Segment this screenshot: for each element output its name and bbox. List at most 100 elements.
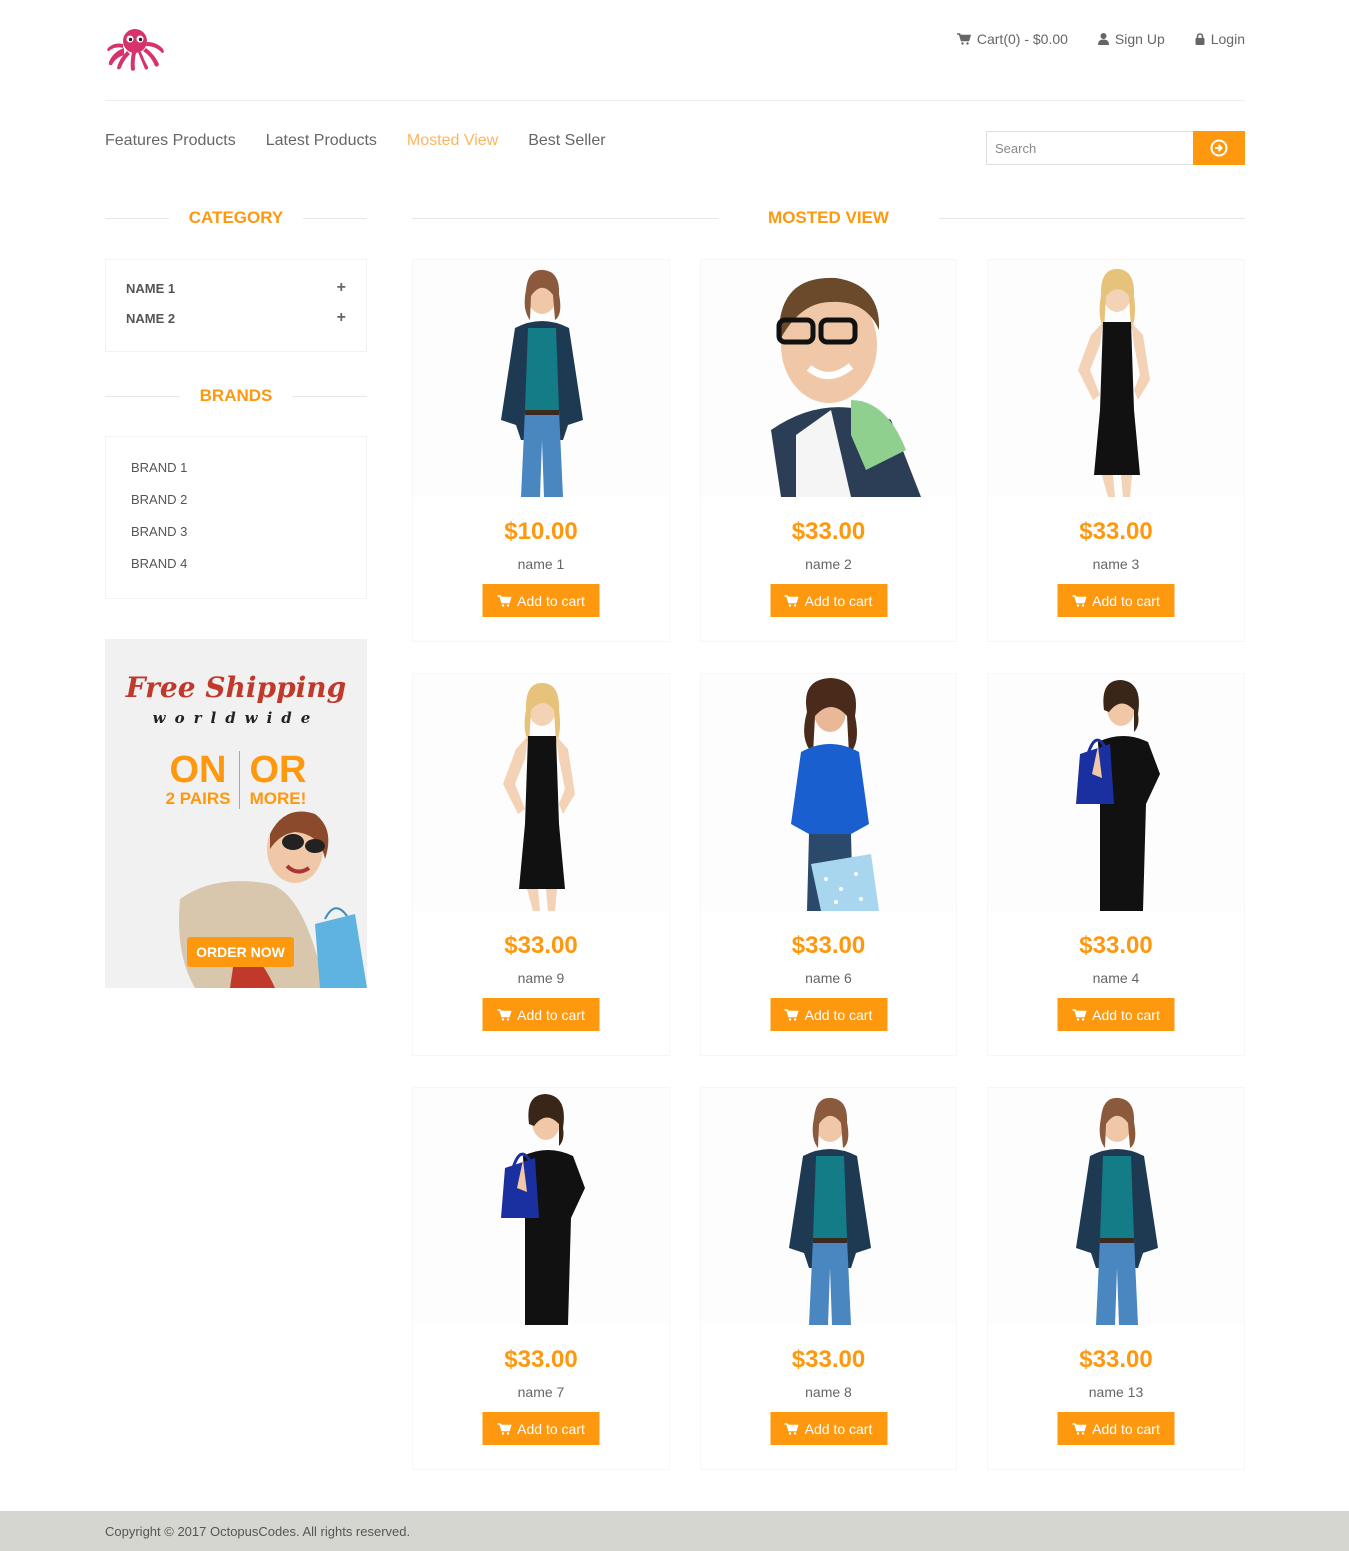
- product-image[interactable]: [701, 674, 956, 911]
- ad-right-big: OR: [249, 749, 307, 791]
- plus-icon[interactable]: +: [337, 309, 346, 327]
- product-image[interactable]: [988, 1088, 1244, 1325]
- product-name[interactable]: name 4: [988, 970, 1244, 986]
- product-name[interactable]: name 8: [701, 1384, 956, 1400]
- product-photo: [501, 269, 583, 497]
- add-to-cart-button[interactable]: Add to cart: [770, 584, 887, 617]
- cart-icon: [784, 1008, 799, 1021]
- product-price: $33.00: [1079, 518, 1153, 545]
- login-label: Login: [1210, 31, 1245, 47]
- ad-offer-right: OR MORE!: [240, 751, 315, 809]
- product-name[interactable]: name 3: [988, 556, 1244, 572]
- product-price: $33.00: [791, 518, 866, 545]
- product-price: $33.00: [791, 932, 866, 959]
- add-to-cart-button[interactable]: Add to cart: [770, 1412, 887, 1445]
- add-to-cart-button[interactable]: Add to cart: [770, 998, 887, 1031]
- product-image[interactable]: [701, 260, 956, 497]
- brands-title: Brands: [199, 386, 273, 405]
- product-name[interactable]: name 1: [413, 556, 669, 572]
- divider: [938, 217, 1245, 219]
- product-photo: [771, 277, 921, 497]
- tab-mosted-view[interactable]: Mosted View: [407, 131, 498, 151]
- order-now-button[interactable]: ORDER NOW: [187, 937, 294, 967]
- product-photo: [1078, 268, 1150, 497]
- add-to-cart-label: Add to cart: [517, 592, 585, 609]
- cart-icon: [784, 1422, 799, 1435]
- mosted-view-title: Mosted View: [768, 208, 889, 227]
- brand-item[interactable]: BRAND 2: [106, 484, 366, 516]
- signup-link[interactable]: Sign Up: [1097, 31, 1165, 47]
- product-photo: [501, 1094, 585, 1325]
- product-image[interactable]: [413, 260, 669, 497]
- product-card: $10.00 name 1 Add to cart: [412, 259, 670, 642]
- tab-best-seller[interactable]: Best Seller: [528, 131, 605, 151]
- category-panel: NAME 1 + NAME 2 +: [105, 259, 367, 352]
- cart-icon: [497, 1008, 512, 1021]
- add-to-cart-button[interactable]: Add to cart: [482, 584, 600, 617]
- search-button[interactable]: [1193, 131, 1245, 165]
- product-image[interactable]: [413, 1088, 669, 1325]
- site-footer: Copyright © 2017 OctopusCodes. All right…: [0, 1511, 1349, 1551]
- divider: [105, 217, 169, 219]
- add-to-cart-button[interactable]: Add to cart: [1057, 584, 1175, 617]
- product-image[interactable]: [701, 1088, 956, 1325]
- add-to-cart-label: Add to cart: [1092, 1006, 1160, 1023]
- product-name[interactable]: name 9: [413, 970, 669, 986]
- shipping-ad-banner[interactable]: Free Shipping worldwide ON 2 PAIRS OR MO…: [105, 639, 367, 988]
- search-box: [986, 131, 1245, 165]
- login-link[interactable]: Login: [1195, 31, 1245, 47]
- product-price: $33.00: [504, 932, 578, 959]
- top-links: Cart(0) - $0.00 Sign Up Login: [956, 31, 1245, 47]
- product-image[interactable]: [988, 674, 1244, 911]
- tab-latest-products[interactable]: Latest Products: [266, 131, 377, 151]
- add-to-cart-button[interactable]: Add to cart: [1057, 1412, 1175, 1445]
- product-name[interactable]: name 7: [413, 1384, 669, 1400]
- add-to-cart-label: Add to cart: [517, 1006, 585, 1023]
- product-name[interactable]: name 13: [988, 1384, 1244, 1400]
- ad-left-big: ON: [169, 749, 227, 791]
- add-to-cart-label: Add to cart: [804, 592, 873, 609]
- brand-item[interactable]: BRAND 3: [106, 516, 366, 548]
- product-tabs: Features Products Latest Products Mosted…: [105, 131, 606, 151]
- product-card: $33.00 name 9 Add to cart: [412, 673, 670, 1056]
- product-image[interactable]: [413, 674, 669, 911]
- add-to-cart-button[interactable]: Add to cart: [482, 1412, 600, 1445]
- divider: [292, 395, 368, 397]
- copyright-text: Copyright © 2017 OctopusCodes. All right…: [105, 1524, 411, 1539]
- brands-panel: BRAND 1 BRAND 2 BRAND 3 BRAND 4: [105, 436, 367, 599]
- lock-icon: [1195, 33, 1205, 45]
- product-name[interactable]: name 6: [701, 970, 956, 986]
- cart-icon: [497, 1422, 512, 1435]
- product-card: $33.00 name 7 Add to cart: [412, 1087, 670, 1470]
- product-price: $33.00: [791, 1346, 866, 1373]
- tab-features-products[interactable]: Features Products: [105, 131, 236, 151]
- divider: [412, 217, 719, 219]
- cart-link[interactable]: Cart(0) - $0.00: [956, 31, 1068, 47]
- ad-subline: worldwide: [152, 709, 320, 727]
- product-image[interactable]: [988, 260, 1244, 497]
- product-card: $33.00 name 4 Add to cart: [987, 673, 1245, 1056]
- brand-item[interactable]: BRAND 4: [106, 548, 366, 580]
- search-input[interactable]: [986, 131, 1193, 165]
- site-header: Cart(0) - $0.00 Sign Up Login: [105, 0, 1245, 101]
- octopus-logo[interactable]: [105, 26, 165, 72]
- add-to-cart-button[interactable]: Add to cart: [482, 998, 600, 1031]
- ad-offer: ON 2 PAIRS OR MORE!: [105, 751, 367, 809]
- add-to-cart-button[interactable]: Add to cart: [1057, 998, 1175, 1031]
- product-name[interactable]: name 2: [701, 556, 956, 572]
- add-to-cart-label: Add to cart: [1092, 592, 1160, 609]
- category-item[interactable]: NAME 2 +: [106, 303, 366, 333]
- product-photo: [1076, 1097, 1158, 1325]
- product-card: $33.00 name 2 Add to cart: [700, 259, 957, 642]
- brands-heading: Brands: [105, 384, 368, 408]
- cart-icon: [1072, 1008, 1087, 1021]
- product-photo: [791, 678, 879, 911]
- divider: [105, 395, 180, 397]
- mosted-view-heading: Mosted View: [412, 206, 1245, 230]
- brand-item[interactable]: BRAND 1: [106, 452, 366, 484]
- add-to-cart-label: Add to cart: [804, 1420, 873, 1437]
- plus-icon[interactable]: +: [337, 279, 346, 297]
- product-price: $33.00: [504, 1346, 578, 1373]
- category-item[interactable]: NAME 1 +: [106, 273, 366, 303]
- cart-label: Cart(0) - $0.00: [976, 31, 1068, 47]
